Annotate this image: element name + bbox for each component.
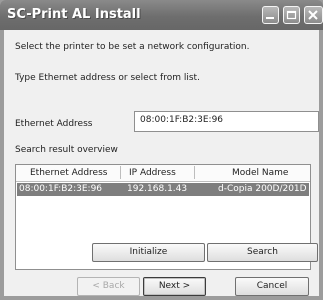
minimize-button[interactable] xyxy=(262,6,279,24)
row-model-name: d-Copia 200D/201D xyxy=(218,184,307,194)
column-header-model[interactable]: Model Name xyxy=(232,168,288,178)
row-ip-address: 192.168.1.43 xyxy=(127,184,188,194)
search-result-label: Search result overview xyxy=(15,145,118,155)
row-ethernet-address: 08:00:1F:B2:3E:96 xyxy=(19,184,103,194)
next-button[interactable]: Next > xyxy=(143,277,206,296)
list-header: Ethernet Address IP Address Model Name xyxy=(16,165,310,182)
instruction-select-printer: Select the printer to be set a network c… xyxy=(15,42,250,52)
column-header-ip[interactable]: IP Address xyxy=(129,168,176,178)
back-button[interactable]: < Back xyxy=(77,277,140,296)
column-divider[interactable] xyxy=(120,166,121,179)
list-row-selected[interactable]: 08:00:1F:B2:3E:96 192.168.1.43 d-Copia 2… xyxy=(17,183,309,196)
close-icon xyxy=(308,10,318,20)
maximize-button[interactable] xyxy=(283,6,300,24)
dialog-body: Select the printer to be set a network c… xyxy=(4,30,319,296)
close-button[interactable] xyxy=(304,6,323,24)
window-title: SC-Print AL Install xyxy=(7,7,141,22)
install-dialog: SC-Print AL Install Select the printer t… xyxy=(0,0,323,300)
ethernet-address-label: Ethernet Address xyxy=(15,119,93,129)
ethernet-address-value: 08:00:1F:B2:3E:96 xyxy=(140,115,224,125)
search-button[interactable]: Search xyxy=(207,243,318,262)
maximize-icon xyxy=(286,10,297,20)
cancel-button[interactable]: Cancel xyxy=(235,277,309,296)
minimize-icon xyxy=(266,17,274,19)
initialize-button[interactable]: Initialize xyxy=(92,243,205,262)
column-header-ethernet[interactable]: Ethernet Address xyxy=(30,168,107,178)
title-bar[interactable]: SC-Print AL Install xyxy=(0,0,323,30)
instruction-type-address: Type Ethernet address or select from lis… xyxy=(15,73,200,83)
column-divider[interactable] xyxy=(194,166,195,179)
ethernet-address-input[interactable]: 08:00:1F:B2:3E:96 xyxy=(134,111,319,132)
